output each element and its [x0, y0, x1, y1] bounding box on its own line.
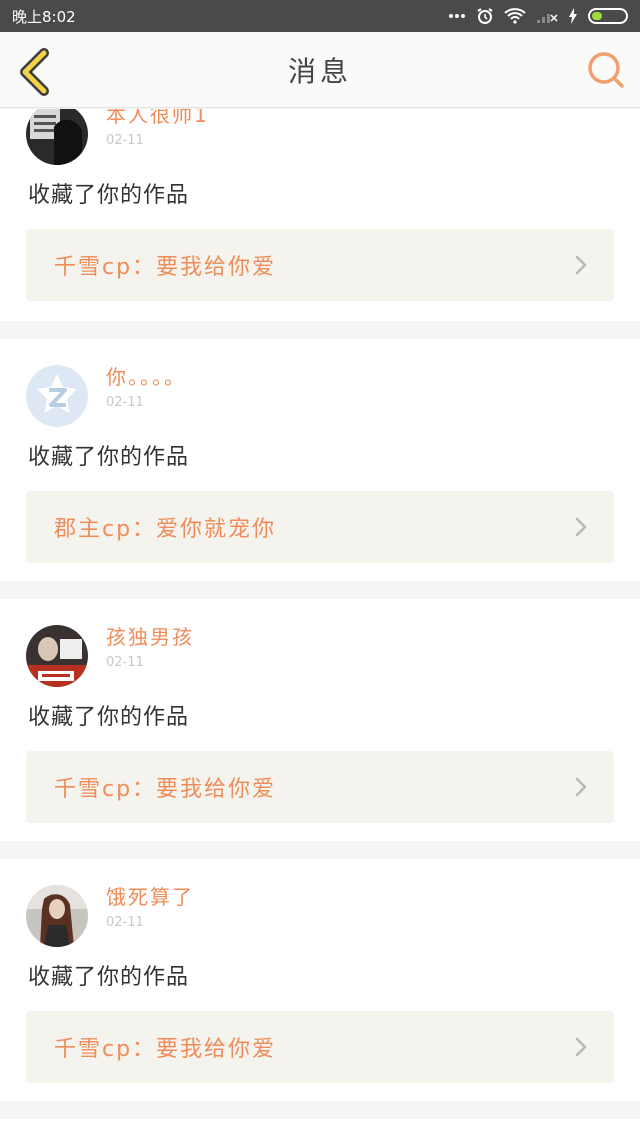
nav-bar: 消息	[0, 32, 640, 108]
user-name[interactable]: 孩独男孩	[106, 621, 194, 650]
message-action: 收藏了你的作品	[28, 445, 190, 470]
message-list[interactable]: 本人很帅1 02-11 收藏了你的作品 千雪cp：要我给你爱 你。。。。 02-…	[0, 109, 640, 1138]
work-title: 千雪cp：要我给你爱	[54, 255, 277, 280]
message-action: 收藏了你的作品	[28, 705, 190, 730]
user-name[interactable]: 本人很帅1	[106, 109, 209, 128]
message-action: 收藏了你的作品	[28, 183, 190, 208]
message-action: 收藏了你的作品	[28, 965, 190, 990]
message-card	[0, 1119, 640, 1138]
user-avatar[interactable]	[26, 625, 88, 687]
work-title: 郡主cp：爱你就宠你	[54, 517, 277, 542]
message-card: 你。。。。 02-11 收藏了你的作品 郡主cp：爱你就宠你	[0, 339, 640, 581]
wifi-icon	[504, 8, 526, 24]
status-bar: 晚上8:02	[0, 0, 640, 32]
work-title: 千雪cp：要我给你爱	[54, 1037, 277, 1062]
user-avatar[interactable]	[26, 365, 88, 427]
message-card: 饿死算了 02-11 收藏了你的作品 千雪cp：要我给你爱	[0, 859, 640, 1101]
dots-icon	[449, 14, 465, 18]
message-date: 02-11	[106, 655, 144, 670]
work-title: 千雪cp：要我给你爱	[54, 777, 277, 802]
chevron-left-icon[interactable]	[14, 48, 54, 96]
chevron-right-icon	[575, 777, 587, 797]
message-date: 02-11	[106, 395, 144, 410]
charging-icon	[569, 8, 577, 24]
alarm-icon	[477, 8, 493, 24]
work-link[interactable]: 郡主cp：爱你就宠你	[26, 491, 614, 563]
message-card: 孩独男孩 02-11 收藏了你的作品 千雪cp：要我给你爱	[0, 599, 640, 841]
message-card: 本人很帅1 02-11 收藏了你的作品 千雪cp：要我给你爱	[0, 109, 640, 321]
message-date: 02-11	[106, 915, 144, 930]
user-name[interactable]: 饿死算了	[106, 881, 194, 910]
status-icons	[448, 7, 628, 25]
user-avatar[interactable]	[26, 109, 88, 165]
user-avatar[interactable]	[26, 885, 88, 947]
battery-icon	[588, 8, 628, 24]
search-icon[interactable]	[586, 50, 626, 90]
work-link[interactable]: 千雪cp：要我给你爱	[26, 229, 614, 301]
message-date: 02-11	[106, 133, 144, 148]
chevron-right-icon	[575, 1037, 587, 1057]
status-time: 晚上8:02	[12, 7, 76, 26]
work-link[interactable]: 千雪cp：要我给你爱	[26, 751, 614, 823]
signal-icon	[537, 14, 558, 23]
page-title: 消息	[287, 54, 352, 88]
user-name[interactable]: 你。。。。	[106, 361, 186, 390]
chevron-right-icon	[575, 517, 587, 537]
chevron-right-icon	[575, 255, 587, 275]
work-link[interactable]: 千雪cp：要我给你爱	[26, 1011, 614, 1083]
